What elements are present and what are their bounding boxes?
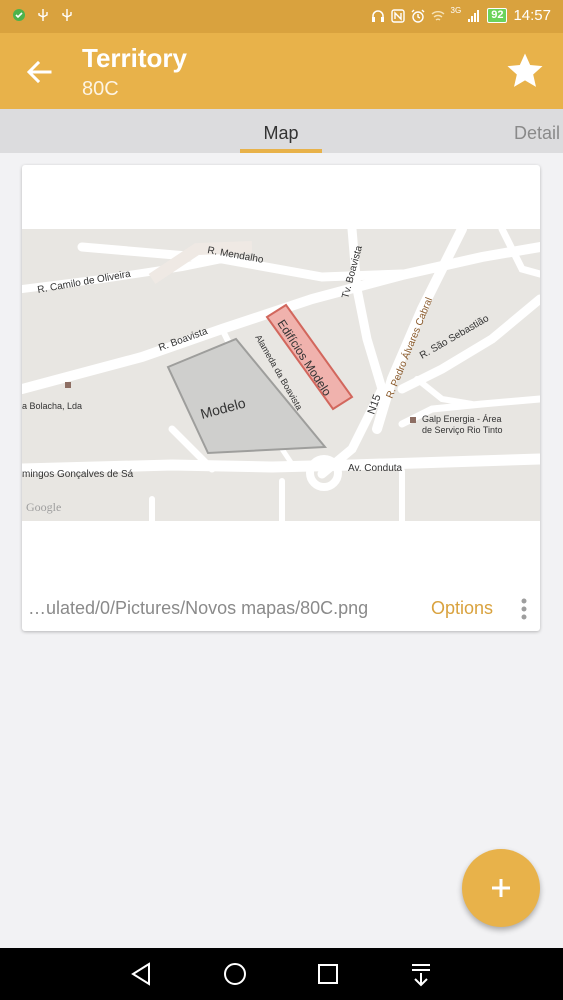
map-card: R. Mendalho R. Camilo de Oliveira R. Boa… (22, 165, 540, 631)
wifi-icon (431, 10, 444, 21)
alarm-icon (411, 9, 425, 23)
map-label: Galp Energia - Área (422, 414, 502, 424)
star-icon[interactable] (505, 51, 545, 91)
nfc-icon (390, 8, 405, 23)
home-circle-icon[interactable] (221, 960, 249, 988)
map-label: mingos Gonçalves de Sá (22, 469, 134, 480)
back-triangle-icon[interactable] (128, 960, 156, 988)
map-image[interactable]: R. Mendalho R. Camilo de Oliveira R. Boa… (22, 229, 540, 521)
map-label: Av. Conduta (348, 463, 403, 474)
app-bar: Territory 80C (0, 33, 563, 109)
tab-detail[interactable]: Detail (514, 123, 560, 144)
app-notification-icon (13, 9, 25, 21)
map-label: de Serviço Rio Tinto (422, 425, 503, 435)
tab-indicator (240, 149, 322, 153)
tab-map-label: Map (263, 123, 299, 143)
page-title: Territory (82, 43, 187, 73)
battery-icon: 92 (487, 8, 508, 23)
status-bar: 3G 92 14:57 (0, 0, 563, 33)
system-nav-bar (0, 948, 563, 1000)
page-subtitle: 80C (82, 78, 119, 100)
usb-icon (38, 9, 48, 21)
network-type-label: 3G (450, 6, 462, 15)
usb-icon (62, 9, 72, 21)
notification-pull-icon[interactable] (407, 960, 435, 988)
tab-map[interactable]: Map (240, 109, 322, 153)
add-button[interactable] (462, 849, 540, 927)
more-vert-icon[interactable] (519, 597, 529, 621)
file-path: …ulated/0/Pictures/Novos mapas/80C.png (28, 598, 369, 618)
tab-bar: Map Detail (0, 109, 563, 153)
headset-icon (371, 9, 384, 22)
google-logo: Google (26, 500, 61, 514)
plus-icon (492, 879, 510, 897)
status-time: 14:57 (513, 7, 551, 24)
signal-icon (468, 9, 480, 22)
map-label: a Bolacha, Lda (22, 401, 82, 411)
options-button[interactable]: Options (431, 598, 493, 619)
arrow-back-icon[interactable] (24, 57, 54, 87)
recents-square-icon[interactable] (314, 960, 342, 988)
